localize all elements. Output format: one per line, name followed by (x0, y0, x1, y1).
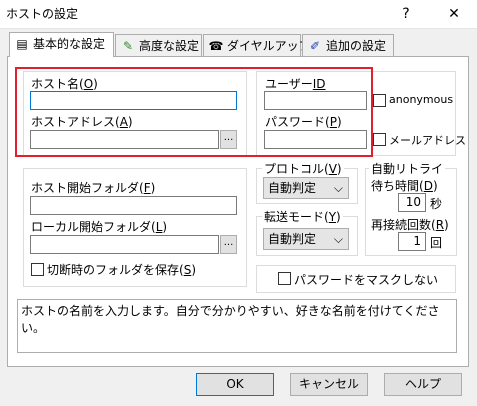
highlight-box (15, 67, 373, 157)
anonymous-label: anonymous (389, 93, 454, 106)
wait-time-label: 待ち時間(D) (371, 179, 438, 193)
host-folder-input[interactable] (30, 196, 237, 215)
reconnect-count-unit: 回 (430, 236, 443, 250)
retry-group-label: 自動リトライ (369, 160, 446, 177)
help-icon[interactable]: ? (386, 0, 426, 28)
help-text: ホストの名前を入力します。自分で分かりやすい、好きな名前を付けてください。 (21, 304, 440, 335)
mail-address-label: メールアドレス (389, 134, 466, 147)
transfer-label: 転送モード(Y) (262, 208, 343, 225)
title-bar: ホストの設定 ? ✕ (0, 0, 477, 28)
tab-dialup[interactable]: ☎ ダイヤルアップ (203, 34, 311, 56)
window-title: ホストの設定 (6, 7, 79, 21)
help-text-box: ホストの名前を入力します。自分で分かりやすい、好きな名前を付けてください。 (17, 299, 457, 353)
phone-icon: ☎ (208, 39, 224, 53)
anonymous-checkbox[interactable] (373, 94, 386, 107)
mask-password-label: パスワードをマスクしない (294, 273, 439, 287)
protocol-label: プロトコル(V) (262, 160, 344, 177)
close-button[interactable]: ✕ (434, 0, 474, 28)
local-folder-label: ローカル開始フォルダ(L) (31, 220, 168, 234)
wait-time-unit: 秒 (430, 197, 443, 211)
host-folder-label: ホスト開始フォルダ(F) (31, 181, 156, 195)
tab-extra[interactable]: ✐ 追加の設定 (302, 34, 394, 56)
pen-icon: ✎ (122, 39, 134, 53)
local-folder-input[interactable] (30, 235, 219, 254)
reconnect-count-input[interactable]: 1 (398, 232, 426, 251)
reconnect-count-label: 再接続回数(R) (371, 218, 449, 232)
local-folder-browse-button[interactable]: ... (220, 235, 237, 254)
chevron-down-icon: ⌵ (333, 232, 343, 246)
transfer-select[interactable]: 自動判定 ⌵ (263, 228, 349, 250)
save-folder-label: 切断時のフォルダを保存(S) (47, 263, 196, 277)
help-button[interactable]: ヘルプ (384, 373, 462, 396)
chevron-down-icon: ⌵ (333, 181, 343, 195)
wait-time-input[interactable]: 10 (398, 193, 426, 212)
mail-address-checkbox[interactable] (373, 133, 386, 146)
ok-button[interactable]: OK (196, 373, 274, 396)
document-icon: ▤ (16, 37, 28, 51)
tab-basic[interactable]: ▤ 基本的な設定 (9, 32, 114, 57)
protocol-select[interactable]: 自動判定 ⌵ (263, 177, 349, 199)
save-folder-checkbox[interactable] (31, 263, 44, 276)
tab-advanced[interactable]: ✎ 高度な設定 (115, 34, 202, 56)
brush-icon: ✐ (309, 39, 321, 53)
cancel-button[interactable]: キャンセル (290, 373, 368, 396)
mask-password-checkbox[interactable] (278, 272, 291, 285)
